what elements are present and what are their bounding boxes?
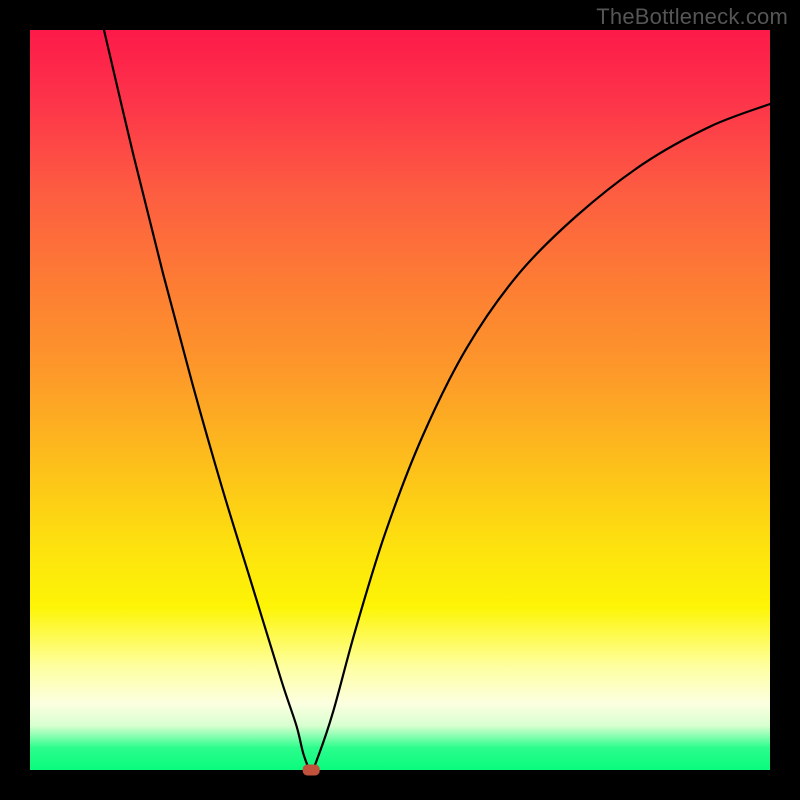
plot-gradient-area <box>30 30 770 770</box>
watermark-text: TheBottleneck.com <box>596 4 788 30</box>
plot-svg <box>30 30 770 770</box>
series-curve <box>104 30 770 770</box>
marker-layer <box>303 765 319 775</box>
min-marker <box>303 765 319 775</box>
curve-layer <box>104 30 770 770</box>
chart-frame: TheBottleneck.com <box>0 0 800 800</box>
